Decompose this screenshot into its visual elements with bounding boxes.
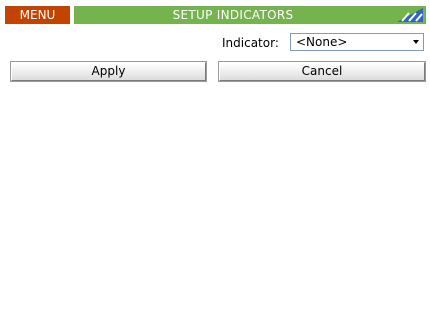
indicator-label: Indicator: — [222, 36, 279, 50]
apply-button[interactable]: Apply — [11, 62, 206, 81]
chevron-down-icon — [413, 40, 419, 44]
title-bar: SETUP INDICATORS — [74, 6, 426, 24]
indicator-select[interactable]: <None> — [290, 33, 424, 51]
indicator-selected-value: <None> — [296, 35, 348, 49]
page-title: SETUP INDICATORS — [172, 8, 294, 22]
menu-button[interactable]: MENU — [5, 6, 70, 24]
cancel-button[interactable]: Cancel — [219, 62, 425, 81]
signal-strength-icon — [397, 8, 423, 22]
